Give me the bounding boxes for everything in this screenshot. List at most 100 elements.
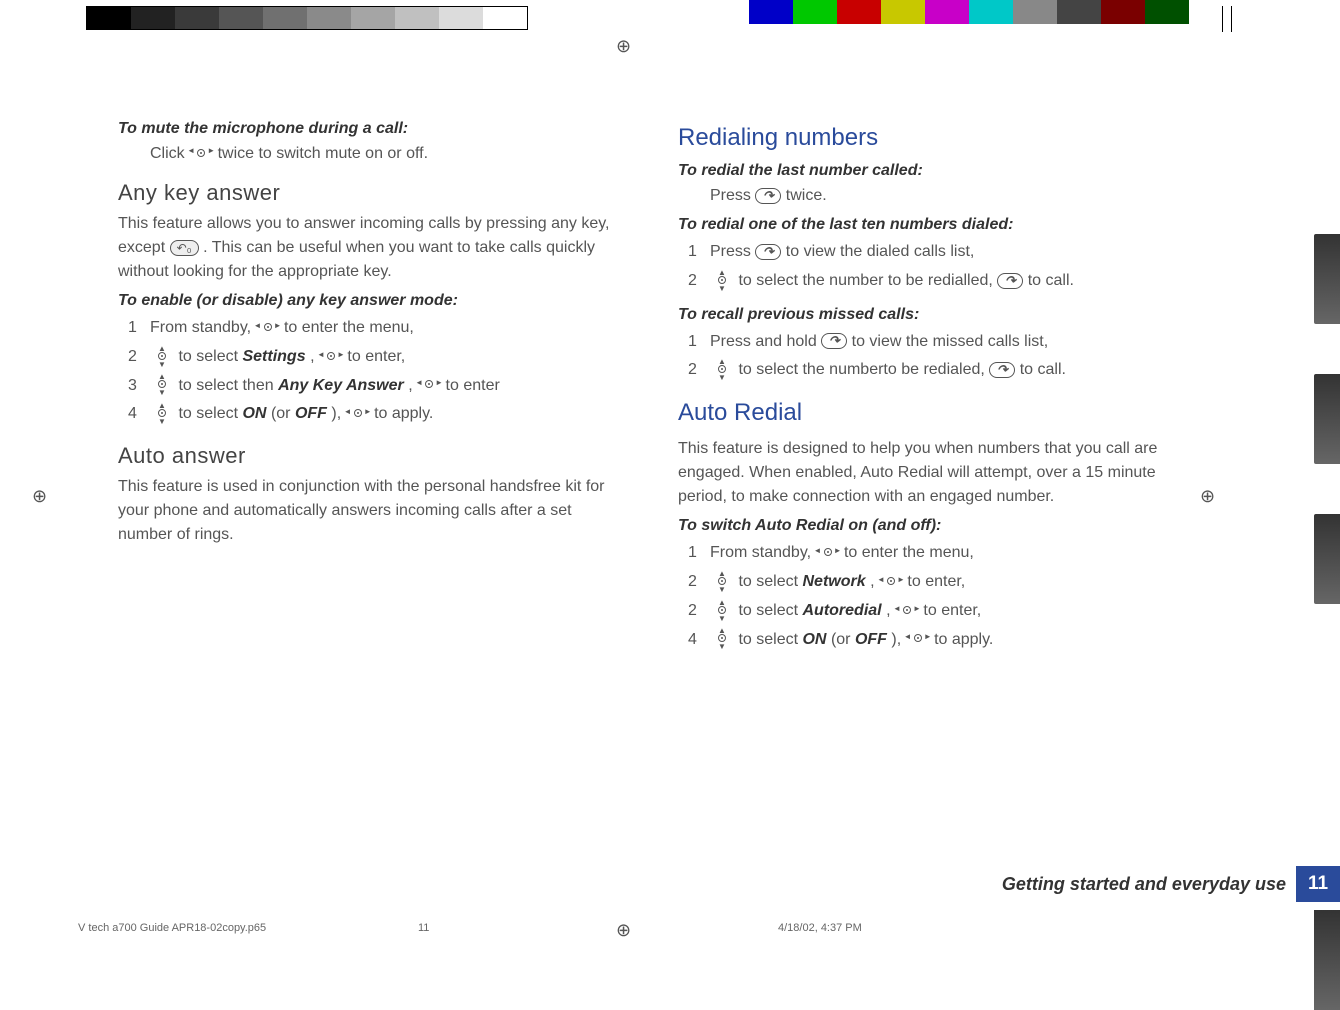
list-item: 4 to select ON (or OFF ), to apply. xyxy=(710,626,1178,655)
auto-answer-body: This feature is used in conjunction with… xyxy=(118,475,618,547)
text: (or xyxy=(831,631,855,648)
side-tab-panel xyxy=(1314,910,1340,1010)
any-key-body: This feature allows you to answer incomi… xyxy=(118,212,618,284)
call-key-icon: ↷ xyxy=(997,273,1023,289)
text: to select then xyxy=(178,377,278,394)
page-number: 11 xyxy=(1296,866,1340,902)
nav-key-icon xyxy=(256,321,280,335)
nav-key-icon xyxy=(150,407,174,421)
text: to select the number to be redialled, xyxy=(738,272,997,289)
text: Click xyxy=(150,145,189,162)
nav-key-icon xyxy=(417,378,441,392)
text: to call. xyxy=(1020,361,1066,378)
label-settings: Settings xyxy=(242,348,305,365)
text: to enter, xyxy=(907,573,965,590)
list-item: 1 From standby, to enter the menu, xyxy=(150,314,618,343)
text: to select xyxy=(738,573,802,590)
page-content: To mute the microphone during a call: Cl… xyxy=(118,120,1178,654)
label-autoredial: Autoredial xyxy=(802,602,881,619)
left-column: To mute the microphone during a call: Cl… xyxy=(118,120,618,654)
auto-redial-body: This feature is designed to help you whe… xyxy=(678,437,1178,509)
nav-key-icon xyxy=(150,350,174,364)
autoredial-steps: 1 From standby, to enter the menu, 2 to … xyxy=(678,539,1178,654)
color-calibration-bar xyxy=(749,0,1189,24)
missed-heading: To recall previous missed calls: xyxy=(678,306,1178,324)
auto-redial-heading: Auto Redial xyxy=(678,399,1178,427)
list-item: 2 to select Settings , to enter, xyxy=(150,343,618,372)
registration-mark-icon: ⊕ xyxy=(32,486,47,507)
registration-mark-icon: ⊕ xyxy=(616,36,631,57)
grayscale-calibration-bar xyxy=(86,6,528,30)
source-file: V tech a700 Guide APR18-02copy.p65 xyxy=(78,922,418,934)
text: to enter, xyxy=(923,602,981,619)
text: to select xyxy=(738,602,802,619)
nav-key-icon xyxy=(150,378,174,392)
nav-key-icon xyxy=(816,546,840,560)
nav-key-icon xyxy=(895,604,919,618)
call-key-icon: ↷ xyxy=(755,244,781,260)
list-item: 1 Press ↷ to view the dialed calls list, xyxy=(710,238,1178,267)
right-column: Redialing numbers To redial the last num… xyxy=(678,120,1178,654)
end-key-icon: ↶₀ xyxy=(170,240,199,256)
enable-heading: To enable (or disable) any key answer mo… xyxy=(118,292,618,310)
nav-key-icon xyxy=(346,407,370,421)
nav-key-icon xyxy=(906,632,930,646)
text: twice. xyxy=(786,187,827,204)
nav-key-icon xyxy=(710,363,734,377)
page-footer-block: Getting started and everyday use 11 xyxy=(1002,866,1340,902)
list-item: 2 to select Autoredial , to enter, xyxy=(710,597,1178,626)
nav-key-icon xyxy=(710,274,734,288)
list-item: 4 to select ON (or OFF ), to apply. xyxy=(150,400,618,429)
nav-key-icon xyxy=(710,604,734,618)
label-off: OFF xyxy=(855,631,887,648)
redial-last-body: Press ↷ twice. xyxy=(678,184,1178,208)
text: to call. xyxy=(1028,272,1074,289)
section-title: Getting started and everyday use xyxy=(1002,874,1286,895)
text: to select xyxy=(178,348,242,365)
nav-key-icon xyxy=(319,350,343,364)
text: to enter the menu, xyxy=(284,319,414,336)
label-on: ON xyxy=(802,631,826,648)
nav-key-icon xyxy=(189,147,213,161)
label-on: ON xyxy=(242,405,266,422)
redialing-heading: Redialing numbers xyxy=(678,124,1178,152)
call-key-icon: ↷ xyxy=(989,362,1015,378)
label-off: OFF xyxy=(295,405,327,422)
label-network: Network xyxy=(802,573,865,590)
auto-answer-heading: Auto answer xyxy=(118,443,618,469)
print-date: 4/18/02, 4:37 PM xyxy=(778,922,862,934)
redial-ten-steps: 1 Press ↷ to view the dialed calls list,… xyxy=(678,238,1178,296)
registration-mark-icon: ⊕ xyxy=(1200,486,1215,507)
text: twice to switch mute on or off. xyxy=(218,145,428,162)
text: Press xyxy=(710,243,755,260)
text: to select xyxy=(738,631,802,648)
list-item: 2 to select Network , to enter, xyxy=(710,568,1178,597)
call-key-icon: ↷ xyxy=(821,333,847,349)
list-item: 2 to select the number to be redialled, … xyxy=(710,267,1178,296)
missed-steps: 1 Press and hold ↷ to view the missed ca… xyxy=(678,328,1178,386)
text: From standby, xyxy=(150,319,256,336)
text: to select the numberto be redialed, xyxy=(738,361,989,378)
text: to enter the menu, xyxy=(844,544,974,561)
crop-marks xyxy=(1214,6,1232,37)
text: to select xyxy=(178,405,242,422)
text: to enter xyxy=(446,377,500,394)
print-page-num: 11 xyxy=(418,922,778,934)
any-key-answer-heading: Any key answer xyxy=(118,180,618,206)
switch-heading: To switch Auto Redial on (and off): xyxy=(678,517,1178,535)
mute-body: Click twice to switch mute on or off. xyxy=(118,142,618,166)
side-tab-panels xyxy=(1314,234,1340,654)
redial-last-heading: To redial the last number called: xyxy=(678,162,1178,180)
text: to enter, xyxy=(347,348,405,365)
print-slug-line: V tech a700 Guide APR18-02copy.p65 11 4/… xyxy=(78,922,1178,934)
nav-key-icon xyxy=(710,632,734,646)
enable-steps: 1 From standby, to enter the menu, 2 to … xyxy=(118,314,618,429)
list-item: 1 Press and hold ↷ to view the missed ca… xyxy=(710,328,1178,357)
nav-key-icon xyxy=(879,575,903,589)
text: to apply. xyxy=(374,405,433,422)
text: to view the missed calls list, xyxy=(852,333,1049,350)
text: From standby, xyxy=(710,544,816,561)
list-item: 1 From standby, to enter the menu, xyxy=(710,539,1178,568)
mute-heading: To mute the microphone during a call: xyxy=(118,120,618,138)
text: to view the dialed calls list, xyxy=(786,243,975,260)
